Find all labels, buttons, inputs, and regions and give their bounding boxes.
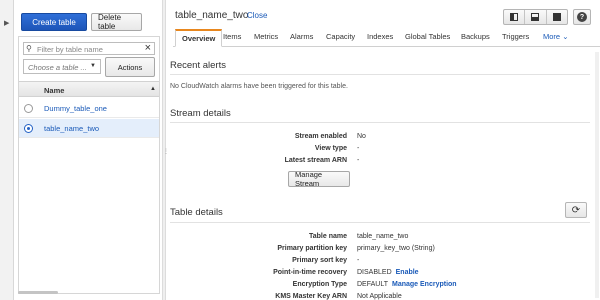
tab-more-label: More bbox=[543, 32, 561, 41]
delete-table-button[interactable]: Delete table bbox=[91, 13, 142, 31]
stream-enabled-label: Stream enabled bbox=[294, 133, 347, 140]
page-title: table_name_two bbox=[175, 10, 249, 21]
kms-key-value: Not Applicable bbox=[357, 293, 402, 300]
actions-button[interactable]: Actions bbox=[105, 57, 155, 77]
overview-content: Recent alerts No CloudWatch alarms have … bbox=[167, 48, 600, 300]
create-table-button[interactable]: Create table bbox=[21, 13, 87, 31]
refresh-icon: ⟳ bbox=[571, 204, 581, 216]
table-name-label: Table name bbox=[309, 233, 347, 240]
help-button[interactable]: ? bbox=[573, 9, 591, 25]
partition-key-label: Primary partition key bbox=[277, 245, 347, 252]
clear-filter-icon[interactable]: × bbox=[145, 42, 151, 54]
view-type-label: View type bbox=[314, 145, 347, 152]
table-row[interactable]: Dummy_table_one bbox=[19, 99, 159, 118]
split-vertical-icon bbox=[510, 13, 519, 21]
full-view-icon bbox=[552, 13, 561, 21]
divider bbox=[170, 74, 590, 75]
filter-input[interactable]: ⚲ Filter by table name × bbox=[23, 42, 155, 55]
pitr-value: DISABLED Enable bbox=[357, 269, 419, 276]
table-detail-panel: table_name_two Close ? Overview Items Me… bbox=[167, 0, 600, 300]
table-name-link[interactable]: Dummy_table_one bbox=[44, 104, 107, 113]
kms-key-label: KMS Master Key ARN bbox=[275, 293, 347, 300]
horizontal-scrollbar[interactable] bbox=[18, 291, 58, 294]
table-details-title: Table details bbox=[170, 207, 223, 218]
tab-alarms[interactable]: Alarms bbox=[290, 32, 313, 41]
stream-enabled-value: No bbox=[357, 133, 366, 140]
divider bbox=[170, 122, 590, 123]
split-horizontal-icon bbox=[531, 13, 540, 21]
tab-indexes[interactable]: Indexes bbox=[367, 32, 393, 41]
close-link[interactable]: Close bbox=[247, 11, 267, 20]
filter-placeholder: Filter by table name bbox=[37, 45, 103, 54]
table-select-placeholder: Choose a table ... bbox=[28, 63, 87, 72]
sort-up-icon[interactable]: ▲ bbox=[150, 86, 156, 92]
table-row-selected[interactable]: table_name_two bbox=[19, 119, 159, 138]
tab-more[interactable]: More ⌄ bbox=[543, 32, 568, 41]
row-radio[interactable] bbox=[24, 104, 33, 113]
sort-key-value: - bbox=[357, 257, 360, 264]
refresh-button[interactable]: ⟳ bbox=[565, 202, 587, 218]
left-rail[interactable]: ▶ bbox=[0, 0, 14, 300]
tab-capacity[interactable]: Capacity bbox=[326, 32, 355, 41]
sort-key-label: Primary sort key bbox=[292, 257, 347, 264]
recent-alerts-message: No CloudWatch alarms have been triggered… bbox=[170, 83, 348, 90]
tab-metrics[interactable]: Metrics bbox=[254, 32, 278, 41]
row-radio-selected[interactable] bbox=[24, 124, 33, 133]
view-layout-toggle bbox=[503, 9, 568, 25]
split-vertical-button[interactable] bbox=[504, 10, 526, 24]
partition-key-value: primary_key_two (String) bbox=[357, 245, 435, 252]
divider bbox=[170, 222, 590, 223]
split-horizontal-button[interactable] bbox=[525, 10, 547, 24]
table-select[interactable]: Choose a table ... ▼ bbox=[23, 59, 101, 74]
manage-stream-button[interactable]: Manage Stream bbox=[288, 170, 350, 188]
latest-stream-arn-label: Latest stream ARN bbox=[284, 157, 347, 164]
enable-pitr-link[interactable]: Enable bbox=[396, 269, 419, 276]
table-name-link[interactable]: table_name_two bbox=[44, 124, 99, 133]
full-view-button[interactable] bbox=[547, 10, 567, 24]
recent-alerts-title: Recent alerts bbox=[170, 60, 226, 71]
encryption-status: DEFAULT bbox=[357, 281, 388, 288]
stream-details-title: Stream details bbox=[170, 108, 231, 119]
tab-overview[interactable]: Overview bbox=[175, 29, 223, 47]
tab-triggers[interactable]: Triggers bbox=[502, 32, 529, 41]
panel-resize-handle[interactable]: ⋮ bbox=[162, 0, 169, 300]
list-header[interactable]: Name ▲ bbox=[19, 81, 159, 97]
table-list-panel: Create table Delete table ⚲ Filter by ta… bbox=[14, 0, 162, 300]
table-name-value: table_name_two bbox=[357, 233, 409, 240]
table-list-box: ⚲ Filter by table name × Choose a table … bbox=[18, 36, 160, 294]
pitr-label: Point-in-time recovery bbox=[273, 269, 347, 276]
latest-stream-arn-value: - bbox=[357, 157, 360, 164]
pitr-status: DISABLED bbox=[357, 269, 392, 276]
tab-items[interactable]: Items bbox=[223, 32, 241, 41]
chevron-down-icon: ⌄ bbox=[562, 32, 569, 41]
manage-encryption-link[interactable]: Manage Encryption bbox=[392, 281, 457, 288]
tab-backups[interactable]: Backups bbox=[461, 32, 490, 41]
expand-arrow-icon[interactable]: ▶ bbox=[4, 19, 9, 27]
encryption-type-label: Encryption Type bbox=[292, 281, 347, 288]
help-icon: ? bbox=[577, 12, 587, 22]
encryption-type-value: DEFAULT Manage Encryption bbox=[357, 281, 457, 288]
tab-bar: Overview Items Metrics Alarms Capacity I… bbox=[173, 29, 600, 47]
tab-global-tables[interactable]: Global Tables bbox=[405, 32, 450, 41]
vertical-scrollbar[interactable] bbox=[595, 52, 599, 298]
name-column-header[interactable]: Name bbox=[44, 86, 64, 95]
view-type-value: - bbox=[357, 145, 360, 152]
filter-icon: ⚲ bbox=[26, 44, 32, 53]
chevron-down-icon: ▼ bbox=[90, 63, 96, 69]
